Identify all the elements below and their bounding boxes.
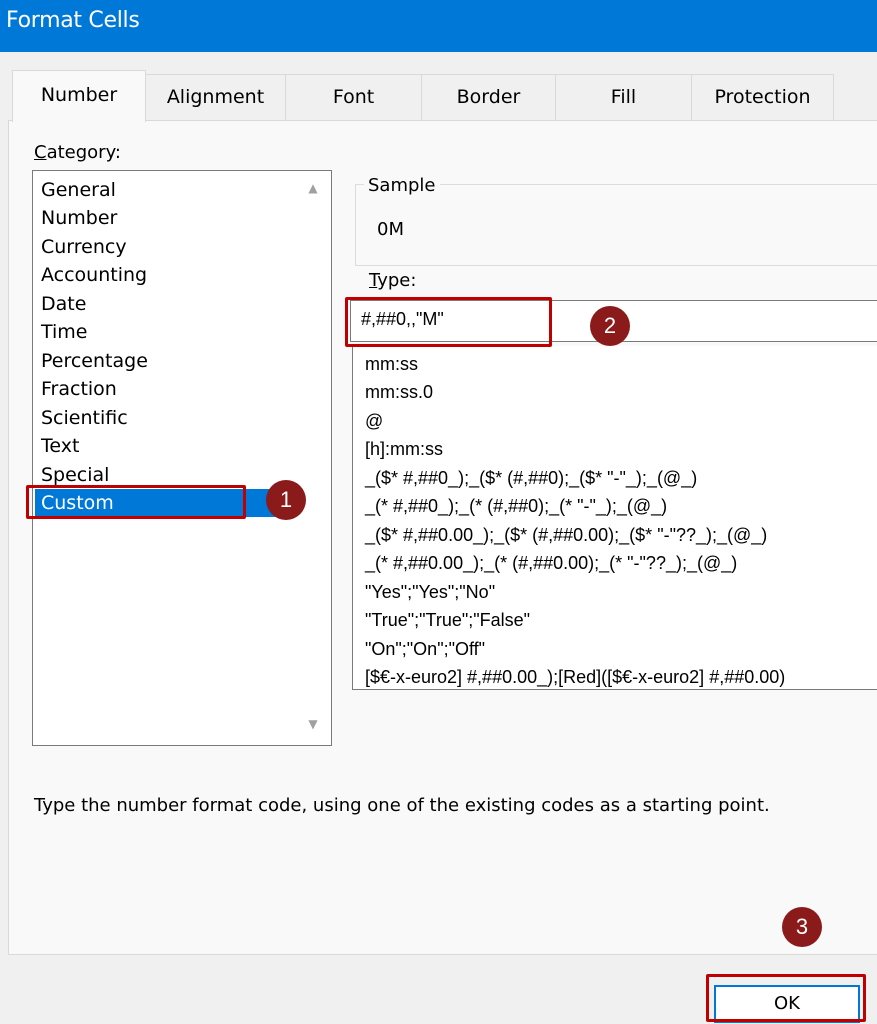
scroll-down-arrow-icon[interactable]: ▼ [303, 717, 323, 733]
type-option[interactable]: "True";"True";"False" [365, 606, 530, 634]
tab-fill[interactable]: Fill [556, 74, 692, 120]
category-item-general[interactable]: General [39, 176, 116, 204]
callout-badge-1: 1 [266, 480, 306, 520]
callout-highlight-custom [26, 485, 246, 519]
type-option[interactable]: _($* #,##0.00_);_($* (#,##0.00);_($* "-"… [365, 521, 767, 549]
category-label: Category: [34, 142, 121, 163]
callout-highlight-ok [706, 974, 866, 1022]
category-listbox[interactable]: General Number Currency Accounting Date … [32, 170, 332, 746]
title-bar: Format Cells [0, 0, 877, 52]
type-label: Type: [369, 270, 417, 291]
category-item-date[interactable]: Date [39, 290, 86, 318]
type-option[interactable]: mm:ss [365, 350, 418, 378]
format-hint-text: Type the number format code, using one o… [34, 795, 770, 816]
tab-border[interactable]: Border [422, 74, 556, 120]
tab-alignment[interactable]: Alignment [146, 74, 286, 120]
type-option[interactable]: "Yes";"Yes";"No" [365, 578, 495, 606]
tab-font[interactable]: Font [286, 74, 422, 120]
type-option[interactable]: [$€-x-euro2] #,##0.00_);[Red]([$€-x-euro… [365, 663, 785, 691]
category-item-currency[interactable]: Currency [39, 233, 127, 261]
tab-number[interactable]: Number [12, 70, 146, 122]
tab-protection[interactable]: Protection [692, 74, 834, 120]
category-item-accounting[interactable]: Accounting [39, 261, 147, 289]
type-option[interactable]: _($* #,##0_);_($* (#,##0);_($* "-"_);_(@… [365, 464, 697, 492]
type-option[interactable]: _(* #,##0_);_(* (#,##0);_(* "-"_);_(@_) [365, 492, 667, 520]
category-item-time[interactable]: Time [39, 318, 88, 346]
type-option[interactable]: mm:ss.0 [365, 378, 433, 406]
sample-label: Sample [364, 175, 440, 196]
type-listbox[interactable]: mm:ss mm:ss.0 @ [h]:mm:ss _($* #,##0_);_… [352, 346, 877, 690]
category-item-number[interactable]: Number [39, 204, 117, 232]
type-option[interactable]: _(* #,##0.00_);_(* (#,##0.00);_(* "-"??_… [365, 549, 737, 577]
type-option[interactable]: @ [365, 407, 383, 435]
sample-value: 0M [377, 219, 404, 240]
callout-badge-3: 3 [782, 907, 822, 947]
category-item-text[interactable]: Text [39, 432, 79, 460]
scroll-up-arrow-icon[interactable]: ▲ [303, 181, 323, 197]
callout-highlight-type-input [345, 297, 552, 347]
category-item-scientific[interactable]: Scientific [39, 404, 128, 432]
category-item-fraction[interactable]: Fraction [39, 375, 117, 403]
callout-badge-2: 2 [590, 306, 630, 346]
type-option[interactable]: [h]:mm:ss [365, 435, 443, 463]
tab-strip: Number Alignment Font Border Fill Protec… [0, 70, 877, 122]
window-title: Format Cells [6, 8, 140, 33]
type-option[interactable]: "On";"On";"Off" [365, 635, 485, 663]
sample-group [355, 184, 877, 266]
category-item-percentage[interactable]: Percentage [39, 347, 148, 375]
